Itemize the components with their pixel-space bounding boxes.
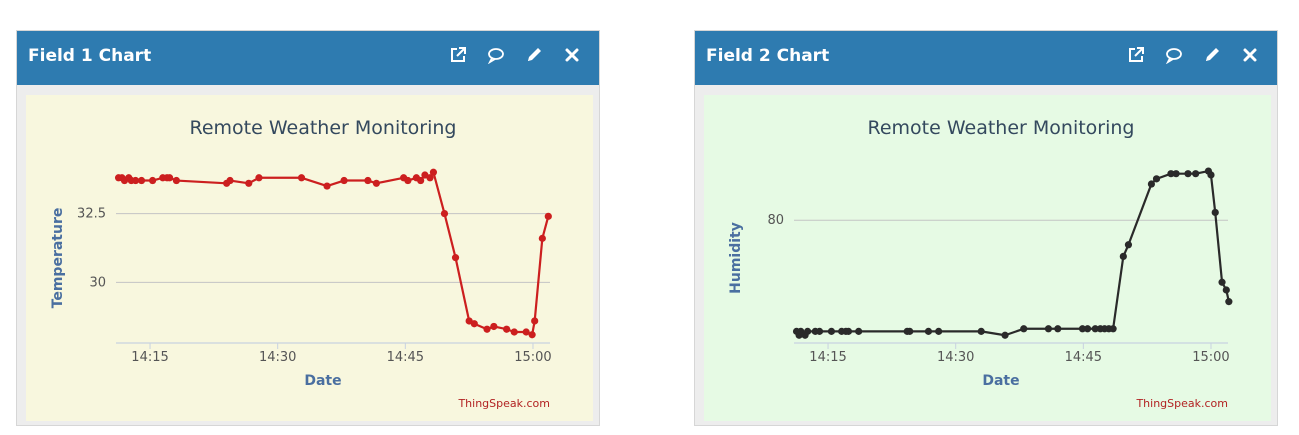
- panel-title: Field 2 Chart: [706, 46, 830, 66]
- data-point[interactable]: [544, 212, 552, 220]
- data-point[interactable]: [531, 317, 539, 325]
- data-point[interactable]: [440, 209, 449, 218]
- y-axis-title: Humidity: [728, 222, 744, 294]
- pencil-icon[interactable]: [1203, 46, 1221, 64]
- data-point[interactable]: [827, 327, 836, 335]
- data-point[interactable]: [977, 327, 985, 335]
- data-point[interactable]: [172, 176, 181, 185]
- data-point[interactable]: [1109, 325, 1117, 333]
- credit-link[interactable]: ThingSpeak.com: [457, 397, 550, 410]
- data-point[interactable]: [166, 174, 174, 182]
- data-point[interactable]: [323, 182, 331, 190]
- data-point[interactable]: [137, 176, 146, 185]
- panel-header: Field 1 Chart: [17, 31, 599, 85]
- y-tick-label: 80: [767, 213, 784, 228]
- x-tick-label: 14:45: [387, 350, 424, 365]
- field-1-chart-panel: Field 1 Chart Remote Weather Monitoring 3…: [16, 30, 600, 426]
- data-point[interactable]: [1147, 180, 1156, 188]
- x-tick-label: 14:15: [809, 350, 846, 365]
- data-point[interactable]: [1172, 170, 1180, 178]
- comment-icon[interactable]: [1165, 46, 1183, 64]
- data-point[interactable]: [372, 179, 380, 187]
- x-axis-title: Date: [304, 373, 341, 389]
- data-point[interactable]: [255, 174, 263, 182]
- data-point[interactable]: [490, 322, 498, 331]
- external-link-icon[interactable]: [449, 46, 467, 64]
- data-point[interactable]: [148, 176, 157, 185]
- data-point[interactable]: [1207, 171, 1215, 179]
- temperature-chart: Remote Weather Monitoring 30 32.5 14:15 14:3…: [26, 95, 593, 421]
- y-tick-label: 32.5: [77, 207, 106, 222]
- credit-link[interactable]: ThingSpeak.com: [1135, 397, 1228, 410]
- data-point[interactable]: [1020, 325, 1028, 333]
- panel-toolbar: [1127, 46, 1259, 64]
- data-point[interactable]: [855, 327, 863, 335]
- x-tick-label: 14:30: [937, 350, 974, 365]
- data-point[interactable]: [1119, 252, 1127, 261]
- data-point[interactable]: [503, 325, 511, 333]
- data-point[interactable]: [906, 327, 914, 335]
- data-point[interactable]: [815, 327, 824, 335]
- humidity-chart: Remote Weather Monitoring 80 14:15 14:30 14:…: [704, 95, 1271, 421]
- data-point[interactable]: [1225, 298, 1233, 306]
- data-point[interactable]: [924, 327, 933, 335]
- data-point[interactable]: [935, 327, 943, 335]
- close-icon[interactable]: [1241, 46, 1259, 64]
- chart-title: Remote Weather Monitoring: [868, 117, 1135, 139]
- data-point[interactable]: [245, 179, 253, 187]
- x-tick-label: 15:00: [1192, 350, 1229, 365]
- data-point[interactable]: [404, 176, 412, 185]
- data-point[interactable]: [538, 234, 546, 242]
- x-tick-label: 15:00: [514, 350, 551, 365]
- panel-header: Field 2 Chart: [695, 31, 1277, 85]
- data-point[interactable]: [528, 331, 536, 339]
- chart-area: Remote Weather Monitoring 80 14:15 14:30 14:…: [704, 95, 1271, 421]
- chart-area: Remote Weather Monitoring 30 32.5 14:15 14:3…: [26, 95, 593, 421]
- external-link-icon[interactable]: [1127, 46, 1145, 64]
- data-point[interactable]: [844, 327, 853, 335]
- data-point[interactable]: [297, 174, 306, 182]
- panel-title: Field 1 Chart: [28, 46, 152, 66]
- data-point[interactable]: [1054, 325, 1062, 333]
- data-point[interactable]: [1083, 325, 1092, 333]
- x-tick-label: 14:30: [259, 350, 296, 365]
- data-point[interactable]: [1152, 175, 1161, 183]
- x-tick-label: 14:45: [1065, 350, 1102, 365]
- data-point[interactable]: [804, 327, 812, 335]
- field-2-chart-panel: Field 2 Chart Remote Weather Monitoring 8…: [694, 30, 1278, 426]
- panel-toolbar: [449, 46, 581, 64]
- data-point[interactable]: [1184, 170, 1192, 178]
- data-point[interactable]: [226, 176, 234, 185]
- y-axis-title: Temperature: [50, 208, 66, 309]
- data-point[interactable]: [1192, 170, 1200, 178]
- close-icon[interactable]: [563, 46, 581, 64]
- pencil-icon[interactable]: [525, 46, 543, 64]
- data-point[interactable]: [1222, 286, 1230, 294]
- data-point[interactable]: [510, 328, 518, 336]
- data-point[interactable]: [483, 325, 491, 333]
- x-tick-label: 14:15: [131, 350, 168, 365]
- x-axis-title: Date: [982, 373, 1019, 389]
- data-point[interactable]: [429, 168, 438, 176]
- data-point[interactable]: [470, 320, 478, 328]
- comment-icon[interactable]: [487, 46, 505, 64]
- data-point[interactable]: [1211, 208, 1219, 217]
- data-point[interactable]: [1124, 241, 1133, 249]
- data-point[interactable]: [1044, 325, 1053, 333]
- y-tick-label: 30: [89, 275, 106, 290]
- chart-title: Remote Weather Monitoring: [190, 117, 457, 139]
- data-point[interactable]: [1218, 278, 1226, 286]
- data-point[interactable]: [340, 176, 348, 185]
- data-point[interactable]: [1001, 331, 1009, 339]
- data-point[interactable]: [364, 176, 372, 185]
- data-point[interactable]: [451, 254, 460, 262]
